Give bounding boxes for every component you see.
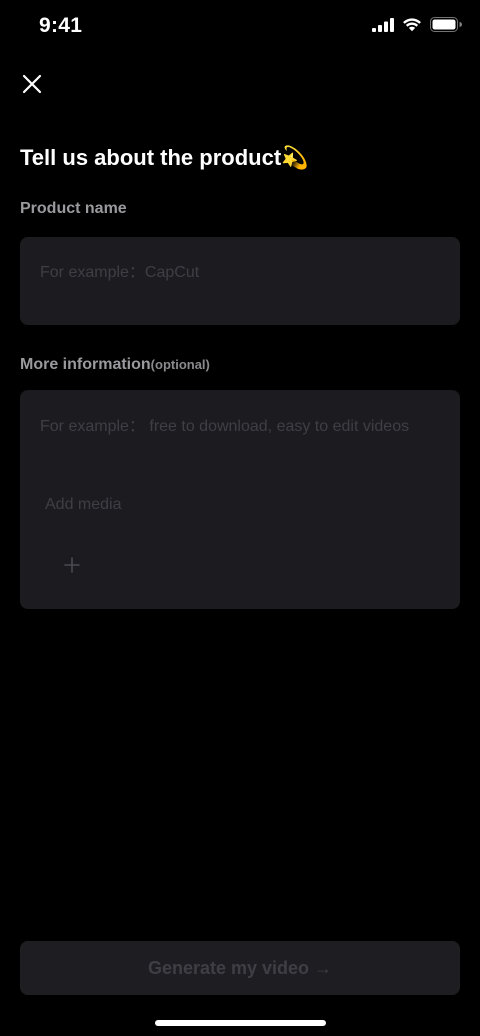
page-title: Tell us about the product💫 xyxy=(20,145,309,170)
optional-label: (optional) xyxy=(150,357,210,372)
more-information-label: More information(optional) xyxy=(20,356,210,374)
status-bar: 9:41 xyxy=(0,0,480,56)
status-icons xyxy=(372,17,462,32)
wifi-icon xyxy=(403,18,421,32)
more-information-label-text: More information xyxy=(20,356,151,373)
cellular-signal-icon xyxy=(372,17,394,32)
generate-video-button[interactable]: Generate my video → xyxy=(20,941,460,995)
plus-icon xyxy=(64,557,80,573)
battery-icon xyxy=(430,17,462,32)
add-media-label: Add media xyxy=(45,496,122,513)
more-information-placeholder: For example： free to download, easy to e… xyxy=(40,418,410,435)
home-indicator xyxy=(155,1020,326,1026)
product-name-label: Product name xyxy=(20,200,127,217)
product-name-placeholder: For example：CapCut xyxy=(40,264,200,281)
add-media-button[interactable] xyxy=(60,553,84,577)
close-button[interactable] xyxy=(18,70,46,98)
more-information-field[interactable]: For example： free to download, easy to e… xyxy=(20,390,460,609)
status-time: 9:41 xyxy=(39,14,83,37)
close-icon xyxy=(22,74,42,94)
product-name-field[interactable]: For example：CapCut xyxy=(20,237,460,325)
